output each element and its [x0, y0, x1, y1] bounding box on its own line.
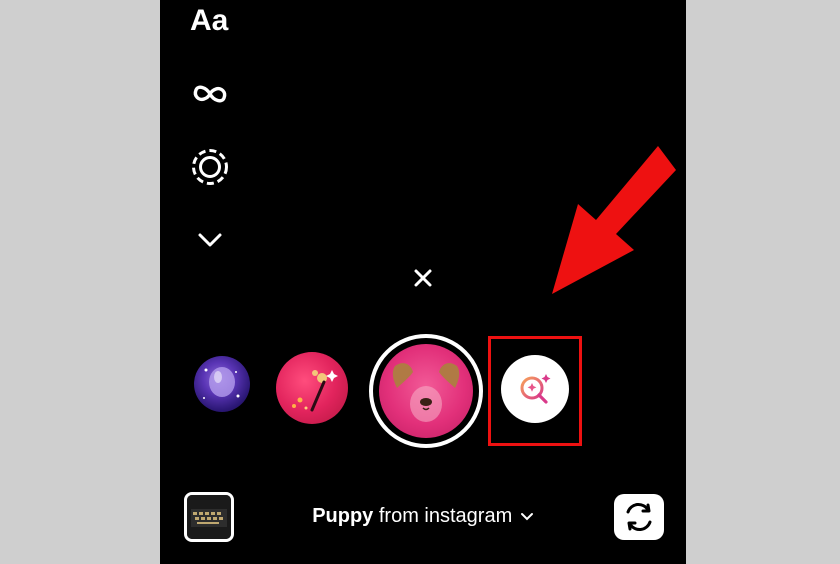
- puppy-effect[interactable]: [369, 334, 483, 448]
- effect-name-dropdown[interactable]: Puppy from instagram: [310, 505, 536, 528]
- dashed-circle-icon: [192, 149, 228, 185]
- chevron-down-icon: [520, 512, 533, 521]
- chevron-down-icon: [198, 233, 222, 247]
- flip-camera-button[interactable]: [614, 494, 664, 540]
- camera-screen: Aa Puppy from instagram: [160, 0, 686, 564]
- sparkle-effect[interactable]: [276, 352, 348, 424]
- annotation-highlight-box: [488, 336, 582, 446]
- puppy-effect-preview: [379, 344, 473, 438]
- close-icon: [414, 269, 432, 287]
- effect-source: from instagram: [378, 505, 513, 527]
- close-effects-button[interactable]: [410, 265, 436, 291]
- gallery-thumbnail-button[interactable]: [184, 492, 234, 542]
- puppy-face-icon: [392, 363, 460, 422]
- purple-balloon-icon: [203, 367, 240, 399]
- infinity-icon: [193, 85, 227, 103]
- galaxy-effect[interactable]: [194, 356, 250, 412]
- text-tool-button[interactable]: Aa: [190, 4, 228, 38]
- gallery-thumbnail-icon: [187, 495, 231, 539]
- camera-flip-icon: [626, 503, 652, 531]
- effect-name: Puppy: [312, 505, 374, 527]
- layout-button[interactable]: [190, 147, 230, 187]
- magic-wand-icon: [292, 370, 338, 412]
- more-tools-button[interactable]: [196, 228, 224, 252]
- annotation-arrow: [552, 146, 676, 294]
- boomerang-button[interactable]: [190, 76, 230, 112]
